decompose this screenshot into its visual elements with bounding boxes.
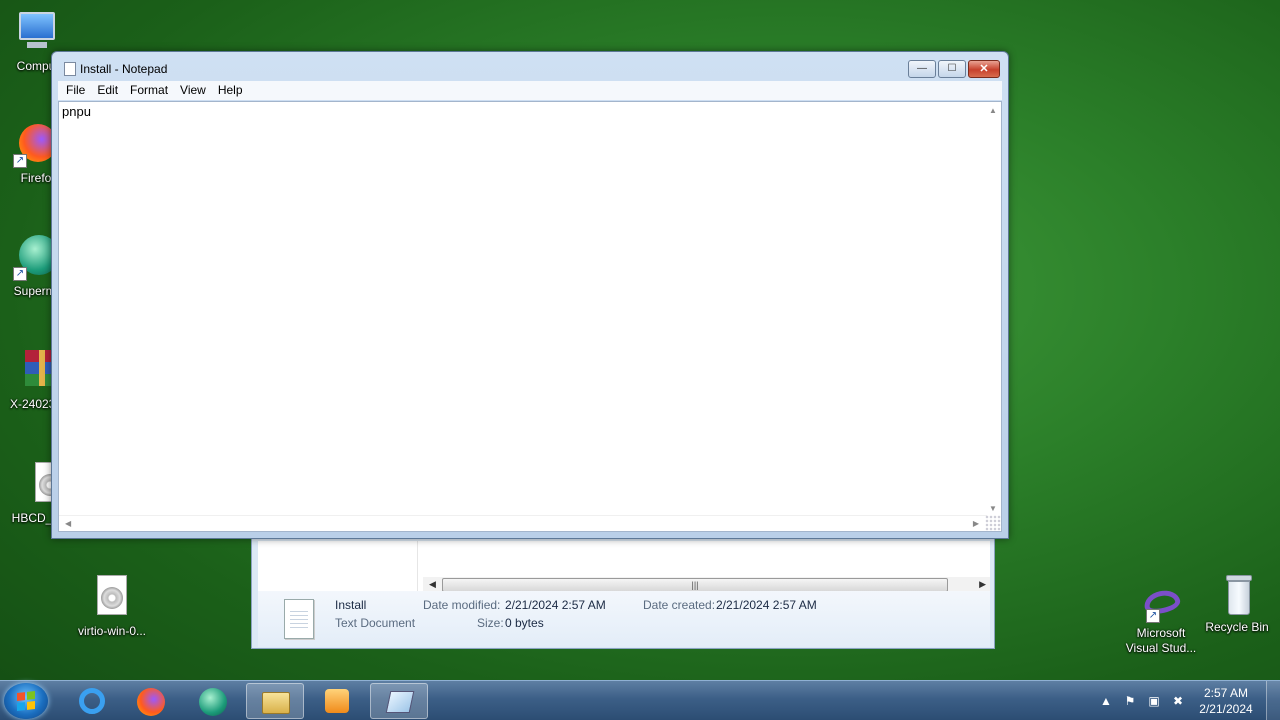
visual-studio-icon: ↗	[1138, 585, 1184, 623]
resize-grip-icon[interactable]	[985, 515, 1001, 531]
taskbar-internet-explorer[interactable]	[62, 683, 120, 719]
date-created-label: Date created:	[643, 598, 716, 612]
desktop-icon-recycle-bin[interactable]: Recycle Bin	[1199, 571, 1275, 635]
menu-format[interactable]: Format	[124, 81, 174, 100]
details-pane: Install Text Document Date modified: 2/2…	[258, 591, 990, 647]
date-created-value: 2/21/2024 2:57 AM	[716, 598, 817, 612]
scroll-left-icon[interactable]: ◀	[65, 519, 71, 528]
vertical-scrollbar[interactable]: ▲ ▼	[985, 102, 1001, 515]
shortcut-arrow-icon: ↗	[13, 154, 27, 168]
date-modified-label: Date modified:	[423, 598, 501, 612]
taskbar-file-explorer[interactable]	[246, 683, 304, 719]
scroll-down-icon[interactable]: ▼	[989, 504, 997, 513]
show-desktop-button[interactable]	[1266, 681, 1280, 720]
size-value: 0 bytes	[505, 616, 544, 630]
network-icon[interactable]: ▣	[1146, 693, 1162, 709]
desktop-icon-virtio[interactable]: virtio-win-0...	[74, 575, 150, 639]
notepad-icon	[64, 62, 76, 76]
menu-view[interactable]: View	[174, 81, 212, 100]
title-bar[interactable]: Install - Notepad — ☐ ✕	[52, 52, 1008, 82]
details-file-name: Install	[335, 598, 367, 612]
windows-logo-icon	[17, 691, 35, 711]
clock[interactable]: 2:57 AM 2/21/2024	[1196, 685, 1256, 717]
start-button[interactable]	[4, 683, 48, 719]
clock-date: 2/21/2024	[1199, 702, 1253, 716]
scroll-up-icon[interactable]: ▲	[989, 106, 997, 115]
menu-file[interactable]: File	[60, 81, 91, 100]
shortcut-arrow-icon: ↗	[13, 267, 27, 281]
window-title: Install - Notepad	[80, 62, 168, 76]
scroll-right-icon[interactable]: ▶	[979, 579, 986, 590]
horizontal-scrollbar[interactable]: ◀ ▶	[59, 515, 987, 531]
menu-bar: File Edit Format View Help	[58, 81, 1002, 100]
desktop-icon-label: virtio-win-0...	[77, 624, 146, 638]
taskbar: ▲ ⚑ ▣ ✖ 2:57 AM 2/21/2024	[0, 680, 1280, 720]
navigation-pane	[258, 541, 418, 591]
close-button[interactable]: ✕	[968, 60, 1000, 78]
text-editor[interactable]: pnpu ▲ ▼ ◀ ▶	[58, 101, 1002, 532]
system-tray: ▲ ⚑ ▣ ✖ 2:57 AM 2/21/2024	[1090, 681, 1280, 720]
scroll-left-icon[interactable]: ◀	[429, 579, 436, 590]
maximize-button[interactable]: ☐	[938, 60, 966, 78]
notepad-icon	[385, 691, 415, 713]
scrollbar-thumb[interactable]: |||	[442, 578, 948, 592]
scroll-right-icon[interactable]: ▶	[973, 519, 979, 528]
media-player-icon	[325, 689, 349, 713]
desktop-icon-label: Recycle Bin	[1205, 620, 1269, 634]
text-document-icon	[284, 599, 314, 639]
size-label: Size:	[477, 616, 504, 630]
computer-icon	[13, 10, 59, 56]
supermium-icon	[199, 688, 227, 716]
window-controls: — ☐ ✕	[906, 60, 1000, 78]
editor-content[interactable]: pnpu	[62, 104, 91, 119]
taskbar-firefox[interactable]	[122, 683, 180, 719]
desktop-icon-visual-studio[interactable]: ↗ Microsoft Visual Stud...	[1123, 585, 1199, 656]
date-modified-value: 2/21/2024 2:57 AM	[505, 598, 606, 612]
recycle-bin-icon	[1214, 571, 1260, 617]
desktop-icon-label: Microsoft Visual Stud...	[1125, 626, 1197, 655]
file-explorer-icon	[262, 692, 290, 714]
disc-image-icon	[89, 575, 135, 621]
notepad-window[interactable]: Install - Notepad — ☐ ✕ File Edit Format…	[51, 51, 1009, 539]
firefox-icon	[137, 688, 165, 716]
taskbar-supermium[interactable]	[184, 683, 242, 719]
clock-time: 2:57 AM	[1203, 686, 1249, 700]
taskbar-media-player[interactable]	[308, 683, 366, 719]
action-center-flag-icon[interactable]: ⚑	[1122, 693, 1138, 709]
menu-help[interactable]: Help	[212, 81, 249, 100]
minimize-button[interactable]: —	[908, 60, 936, 78]
shortcut-arrow-icon: ↗	[1146, 609, 1160, 623]
details-file-type: Text Document	[335, 616, 416, 630]
taskbar-notepad[interactable]	[370, 683, 428, 719]
explorer-window: ◀ ||| ▶ Install Text Document Date modif…	[251, 536, 995, 649]
menu-edit[interactable]: Edit	[91, 81, 124, 100]
internet-explorer-icon	[79, 688, 105, 714]
volume-muted-icon[interactable]: ✖	[1170, 693, 1186, 709]
file-list-pane: ◀ ||| ▶	[258, 541, 990, 593]
show-hidden-icons-icon[interactable]: ▲	[1098, 693, 1114, 709]
